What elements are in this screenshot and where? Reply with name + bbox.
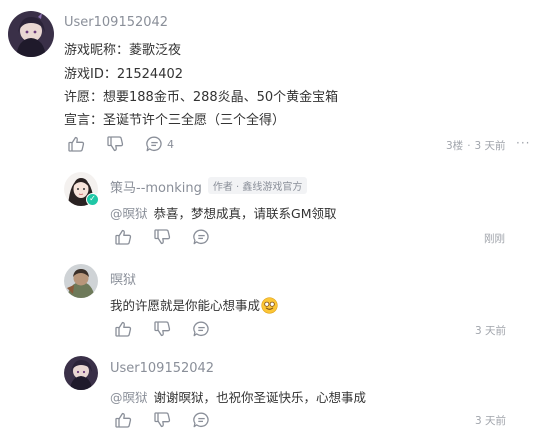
- comment-bubble-icon: [193, 229, 209, 245]
- author-role-tag: 作者 · 鑫线游戏官方: [207, 177, 308, 194]
- reply-button[interactable]: 4: [146, 136, 174, 152]
- comment-line-game-id: 游戏ID：21524402: [64, 67, 184, 82]
- reply-content: 我的许愿就是你能心想事成: [110, 298, 261, 313]
- reply-button[interactable]: [193, 229, 210, 245]
- dislike-button[interactable]: [154, 321, 171, 337]
- reply-avatar[interactable]: [64, 264, 98, 298]
- reply-actions: [115, 412, 232, 428]
- like-button[interactable]: [115, 321, 132, 337]
- thumbs-up-icon: [115, 412, 132, 428]
- reply-time: 3 天前: [475, 415, 507, 427]
- thumbs-down-icon: [154, 321, 171, 337]
- comment-line-wish: 许愿：想要188金币、288炎晶、50个黄金宝箱: [64, 90, 339, 105]
- comment-meta: 3楼 · 3 天前: [446, 140, 506, 152]
- reply-button[interactable]: [193, 321, 210, 337]
- reply-text: 我的许愿就是你能心想事成: [110, 295, 278, 314]
- thumbs-up-icon: [68, 136, 85, 152]
- reply-text: @暝狱 谢谢暝狱，也祝你圣诞快乐，心想事成: [110, 387, 366, 406]
- more-options-button[interactable]: ···: [516, 136, 530, 150]
- reply-actions: [115, 321, 232, 337]
- comment-line-declaration: 宣言：圣诞节许个三全愿（三个全得）: [64, 113, 286, 128]
- like-button[interactable]: [115, 412, 132, 428]
- smiling-face-emoji: [261, 297, 278, 314]
- reply-button[interactable]: [193, 412, 210, 428]
- comment-bubble-icon: [193, 321, 209, 337]
- like-button[interactable]: [68, 136, 85, 152]
- like-button[interactable]: [115, 229, 132, 245]
- verified-badge-icon: ✓: [86, 193, 99, 206]
- comment-bubble-icon: [146, 136, 162, 152]
- comment-actions: 4: [68, 136, 196, 152]
- reply-time: 3 天前: [475, 325, 507, 337]
- thumbs-down-icon: [154, 229, 171, 245]
- reply-time: 刚刚: [484, 233, 505, 245]
- floor-number: 3楼: [446, 140, 464, 152]
- thumbs-up-icon: [115, 229, 132, 245]
- dislike-button[interactable]: [154, 412, 171, 428]
- dislike-button[interactable]: [154, 229, 171, 245]
- reply-text: @暝狱 恭喜，梦想成真，请联系GM领取: [110, 203, 337, 222]
- reply-count: 4: [167, 137, 174, 151]
- avatar[interactable]: [8, 11, 54, 57]
- reply-username: 策马--monking 作者 · 鑫线游戏官方: [110, 177, 308, 196]
- mention-link[interactable]: @暝狱: [110, 206, 148, 221]
- reply-username-text[interactable]: 策马--monking: [110, 181, 202, 196]
- comment-username[interactable]: User109152042: [64, 15, 168, 30]
- reply-content: 恭喜，梦想成真，请联系GM领取: [153, 206, 337, 221]
- reply-username[interactable]: 暝狱: [110, 269, 136, 288]
- comment-line-nickname: 游戏昵称：菱歌泛夜: [64, 43, 182, 58]
- thumbs-down-icon: [154, 412, 171, 428]
- comment-time: 3 天前: [474, 140, 506, 152]
- comment-bubble-icon: [193, 412, 209, 428]
- mention-link[interactable]: @暝狱: [110, 390, 148, 405]
- dislike-button[interactable]: [107, 136, 124, 152]
- reply-avatar[interactable]: [64, 356, 98, 390]
- thumbs-up-icon: [115, 321, 132, 337]
- reply-username[interactable]: User109152042: [110, 361, 214, 376]
- reply-content: 谢谢暝狱，也祝你圣诞快乐，心想事成: [153, 390, 367, 405]
- reply-actions: [115, 229, 232, 245]
- thumbs-down-icon: [107, 136, 124, 152]
